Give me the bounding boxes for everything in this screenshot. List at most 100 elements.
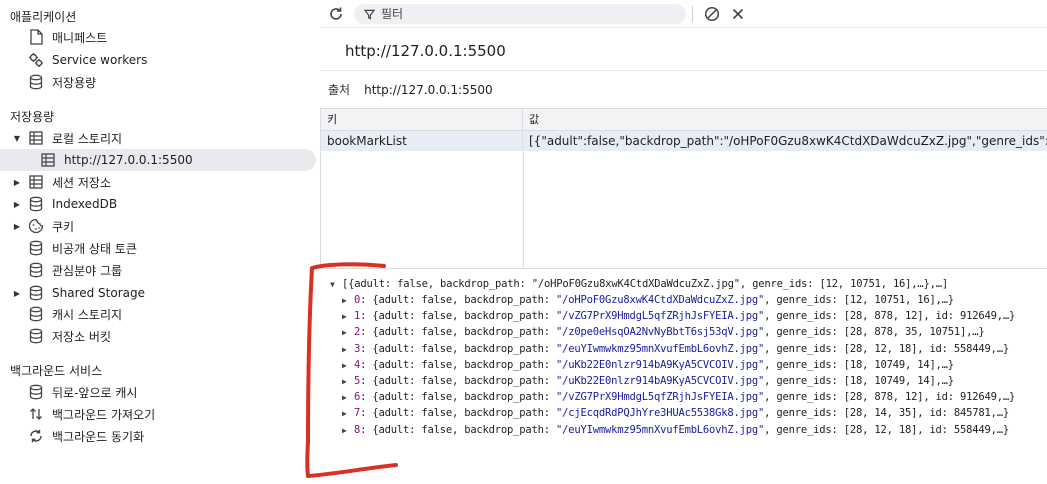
block-icon	[704, 6, 720, 22]
sidebar-item-manifest[interactable]: 매니페스트	[28, 26, 107, 48]
preview-item-path: "/vZG7PrX9HmdgL5qfZRjhJsFYEIA.jpg"	[556, 310, 765, 323]
preview-item[interactable]: ▶ 0: {adult: false, backdrop_path: "/oHPo…	[342, 294, 954, 306]
sidebar-item-storage-buckets[interactable]: 저장소 버킷	[28, 325, 111, 347]
preview-item-prefix: : {adult: false, backdrop_path:	[360, 294, 557, 306]
arrows-updown-icon	[28, 406, 44, 422]
column-header-key[interactable]: 키	[321, 109, 523, 131]
table-row[interactable]: bookMarkList [{"adult":false,"backdrop_p…	[321, 131, 1047, 151]
database-icon	[28, 262, 44, 278]
preview-item-rest: , genre_ids: [18, 10749, 14],…}	[764, 358, 954, 371]
clear-all-button[interactable]	[702, 4, 722, 24]
preview-item-path: "/uKb22E0nlzr914bA9KyA5CVCOIV.jpg"	[556, 375, 765, 387]
chevron-down-icon[interactable]: ▼	[12, 134, 22, 143]
preview-item[interactable]: ▶ 2: {adult: false, backdrop_path: "/z0pe…	[342, 326, 985, 338]
preview-item-path: "/vZG7PrX9HmdgL5qfZRjhJsFYEIA.jpg"	[556, 391, 765, 404]
sidebar-item-label: IndexedDB	[52, 197, 118, 211]
section-title-background-services: 백그라운드 서비스	[10, 364, 103, 378]
sidebar-item-label: 매니페스트	[52, 30, 108, 45]
sidebar-item-shared-storage[interactable]: ▶ Shared Storage	[12, 282, 145, 304]
row-value[interactable]: [{"adult":false,"backdrop_path":"/oHPoF0…	[523, 131, 1047, 151]
preview-item[interactable]: ▶ 5: {adult: false, backdrop_path: "/uKb2…	[342, 375, 954, 387]
triangle-down-icon[interactable]: ▼	[330, 280, 342, 289]
preview-item-rest: , genre_ids: [28, 12, 18], id: 558449,…}	[764, 342, 1010, 355]
sidebar: 애플리케이션 매니페스트 Service workers 저장용량 저장용량 ▼…	[0, 0, 320, 484]
preview-item-path: "/oHPoF0Gzu8xwK4CtdXDaWdcuZxZ.jpg"	[556, 294, 765, 306]
triangle-right-icon[interactable]: ▶	[342, 328, 354, 337]
toolbar	[320, 0, 1047, 28]
preview-item[interactable]: ▶ 1: {adult: false, backdrop_path: "/vZG7…	[342, 310, 1015, 322]
sidebar-item-label: 관심분야 그룹	[52, 263, 123, 278]
preview-item-rest: , genre_ids: [18, 10749, 14],…}	[764, 375, 954, 387]
triangle-right-icon[interactable]: ▶	[342, 345, 354, 354]
sidebar-item-label: 저장용량	[52, 75, 97, 90]
preview-item-rest: , genre_ids: [28, 878, 12], id: 912649,……	[764, 310, 1016, 323]
triangle-right-icon[interactable]: ▶	[342, 409, 354, 418]
preview-item[interactable]: ▶ 8: {adult: false, backdrop_path: "/euYI…	[342, 424, 1009, 436]
database-icon	[28, 240, 44, 256]
storage-table: 키 값 bookMarkList [{"adult":false,"backdr…	[320, 108, 1047, 268]
sync-icon	[28, 428, 44, 444]
origin-label: 출처	[328, 83, 351, 97]
sidebar-item-label: 뒤로-앞으로 캐시	[52, 385, 138, 400]
chevron-right-icon[interactable]: ▶	[12, 289, 22, 298]
triangle-right-icon[interactable]: ▶	[342, 393, 354, 402]
preview-item-path: "/euYIwmwkmz95mnXvufEmbL6ovhZ.jpg"	[556, 423, 765, 436]
delete-selected-button[interactable]	[728, 4, 748, 24]
cookie-icon	[28, 218, 44, 234]
grid-icon	[28, 130, 44, 146]
sidebar-item-back-forward-cache[interactable]: 뒤로-앞으로 캐시	[28, 381, 137, 403]
preview-item[interactable]: ▶ 6: {adult: false, backdrop_path: "/vZG7…	[342, 391, 1015, 403]
row-key[interactable]: bookMarkList	[321, 131, 523, 151]
triangle-right-icon[interactable]: ▶	[342, 361, 354, 370]
preview-item[interactable]: ▶ 3: {adult: false, backdrop_path: "/euYI…	[342, 343, 1009, 355]
preview-item-path: "/z0pe0eHsqOA2NvNyBbtT6sj53qV.jpg"	[556, 326, 765, 339]
triangle-right-icon[interactable]: ▶	[342, 426, 354, 435]
grid-icon	[28, 174, 44, 190]
triangle-right-icon[interactable]: ▶	[342, 377, 354, 386]
sidebar-item-private-state-tokens[interactable]: 비공개 상태 토큰	[28, 237, 137, 259]
sidebar-item-service-workers[interactable]: Service workers	[28, 49, 147, 71]
chevron-right-icon[interactable]: ▶	[12, 222, 22, 231]
preview-item[interactable]: ▶ 7: {adult: false, backdrop_path: "/cjEc…	[342, 407, 1009, 419]
sidebar-item-cookies[interactable]: ▶ 쿠키	[12, 215, 74, 237]
sidebar-item-session-storage[interactable]: ▶ 세션 저장소	[12, 171, 111, 193]
preview-item-prefix: : {adult: false, backdrop_path:	[360, 407, 557, 420]
preview-item-prefix: : {adult: false, backdrop_path:	[360, 423, 557, 436]
sidebar-item-label: 백그라운드 동기화	[52, 429, 145, 444]
refresh-icon	[330, 7, 342, 20]
preview-item[interactable]: ▶ 4: {adult: false, backdrop_path: "/uKb2…	[342, 359, 954, 371]
preview-item-prefix: : {adult: false, backdrop_path:	[360, 310, 557, 323]
sidebar-item-label: 백그라운드 가져오기	[52, 407, 156, 422]
chevron-right-icon[interactable]: ▶	[12, 178, 22, 187]
sidebar-item-label: 쿠키	[52, 219, 75, 234]
origin-title: http://127.0.0.1:5500	[345, 42, 506, 60]
preview-root[interactable]: ▼ [{adult: false, backdrop_path: "/oHPoF0…	[330, 278, 948, 290]
sidebar-item-label: Shared Storage	[52, 286, 146, 300]
chevron-right-icon[interactable]: ▶	[12, 200, 22, 209]
sidebar-item-label: 저장소 버킷	[52, 329, 112, 344]
sidebar-item-interest-groups[interactable]: 관심분야 그룹	[28, 259, 122, 281]
sidebar-item-cache-storage[interactable]: 캐시 스토리지	[28, 303, 122, 325]
close-icon	[732, 8, 744, 20]
database-icon	[28, 328, 44, 344]
triangle-right-icon[interactable]: ▶	[342, 296, 354, 305]
refresh-button[interactable]	[326, 4, 346, 24]
sidebar-item-storage[interactable]: 저장용량	[28, 71, 96, 93]
filter-input[interactable]	[381, 7, 671, 21]
database-icon	[28, 285, 44, 301]
database-icon	[28, 74, 44, 90]
column-header-value[interactable]: 값	[523, 109, 539, 131]
sidebar-item-local-origin[interactable]: http://127.0.0.1:5500	[0, 149, 316, 171]
value-preview: ▼ [{adult: false, backdrop_path: "/oHPoF0…	[320, 268, 1047, 484]
file-icon	[28, 29, 44, 45]
section-title-application: 애플리케이션	[10, 10, 77, 24]
sidebar-item-background-sync[interactable]: 백그라운드 동기화	[28, 425, 144, 447]
filter-box[interactable]	[354, 4, 686, 24]
preview-item-rest: , genre_ids: [28, 878, 12], id: 912649,……	[764, 391, 1016, 404]
sidebar-item-label: 캐시 스토리지	[52, 307, 123, 322]
sidebar-item-label: 비공개 상태 토큰	[52, 241, 137, 256]
triangle-right-icon[interactable]: ▶	[342, 312, 354, 321]
sidebar-item-indexeddb[interactable]: ▶ IndexedDB	[12, 193, 117, 215]
sidebar-item-background-fetch[interactable]: 백그라운드 가져오기	[28, 403, 155, 425]
sidebar-item-local-storage[interactable]: ▼ 로컬 스토리지	[12, 127, 122, 149]
